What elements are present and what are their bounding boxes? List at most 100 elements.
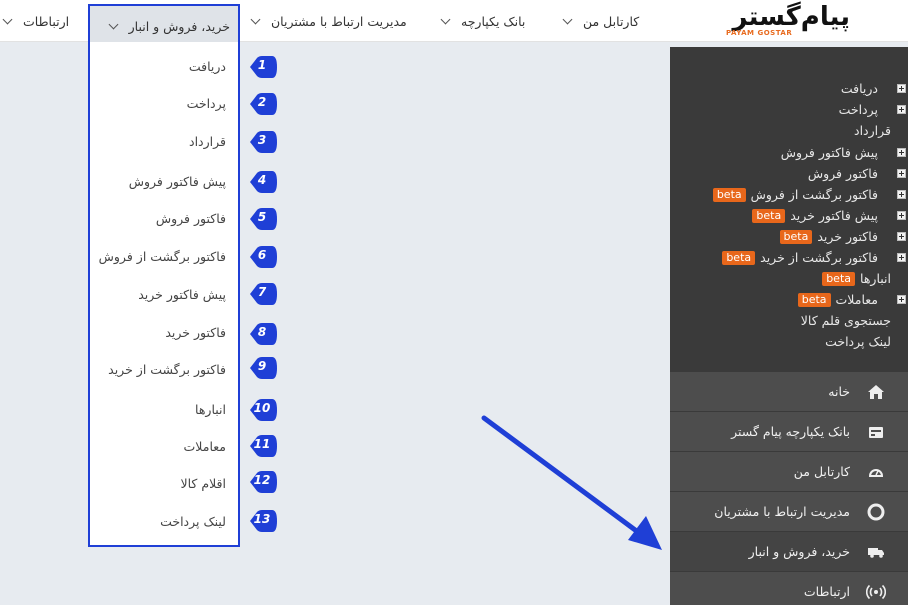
- gauge-icon: [868, 469, 884, 477]
- callout-marker: 8: [248, 322, 278, 346]
- callout-number: 1: [257, 58, 267, 72]
- plus-square-icon[interactable]: [897, 190, 906, 199]
- beta-badge: beta: [712, 187, 746, 202]
- dropdown-item-payment[interactable]: پرداخت: [187, 96, 226, 111]
- dropdown-item-sales-invoice[interactable]: فاکتور فروش: [156, 211, 226, 226]
- callout-number: 11: [253, 437, 271, 451]
- pointer-arrow: [481, 415, 662, 550]
- side-item-sales-return[interactable]: فاکتور برگشت از فروش beta: [712, 187, 878, 202]
- beta-badge: beta: [822, 271, 856, 286]
- side-item-warehouses[interactable]: انبارها beta: [822, 271, 891, 286]
- callout-number: 7: [257, 285, 267, 299]
- beta-badge: beta: [797, 292, 831, 307]
- logo-text: پیام‌گستر: [732, 2, 851, 32]
- side-item-product-search[interactable]: جستجوی قلم کالا: [801, 313, 891, 328]
- side-item-purchase-return[interactable]: فاکتور برگشت از خرید beta: [722, 250, 878, 265]
- callout-number: 2: [257, 95, 267, 109]
- side-item-deals[interactable]: معاملات beta: [797, 292, 878, 307]
- side-item-sales-proforma[interactable]: پیش فاکتور فروش: [781, 145, 878, 160]
- menu-item-my-cartable[interactable]: کارتابل من: [670, 452, 908, 492]
- chevron-down-icon: [440, 14, 451, 24]
- payam-gostar-logo[interactable]: پیام‌گستر PAYAM GOSTAR: [722, 2, 851, 40]
- broadcast-icon: [866, 584, 886, 600]
- callout-number: 10: [253, 401, 271, 415]
- callout-number: 9: [257, 359, 267, 373]
- callout-marker: 12: [248, 470, 278, 494]
- dropdown-item-payment-link[interactable]: لینک پرداخت: [160, 514, 226, 529]
- callout-marker: 1: [248, 55, 278, 79]
- callout-marker: 10: [248, 398, 278, 422]
- dropdown-item-warehouses[interactable]: انبارها: [195, 402, 226, 417]
- purchase-sales-dropdown-menu: دریافت پرداخت قرارداد پیش فاکتور فروش فا…: [88, 42, 240, 547]
- menu-item-purchase-sales-inventory[interactable]: خرید، فروش و انبار: [670, 532, 908, 572]
- chevron-down-icon: [108, 19, 119, 29]
- chevron-down-icon: [562, 14, 573, 24]
- nav-item-label: کارتابل من: [583, 13, 640, 29]
- plus-square-icon[interactable]: [897, 148, 906, 157]
- callout-number: 5: [257, 210, 267, 224]
- callout-marker: 7: [248, 282, 278, 306]
- menu-item-home[interactable]: خانه: [670, 372, 908, 412]
- main-side-menu: خانه بانک یکپارچه پیام گستر کارتابل من م…: [670, 372, 908, 605]
- dropdown-item-deals[interactable]: معاملات: [184, 439, 226, 454]
- chevron-down-icon: [250, 14, 261, 24]
- dropdown-item-purchase-proforma[interactable]: پیش فاکتور خرید: [138, 287, 226, 302]
- plus-square-icon[interactable]: [897, 211, 906, 220]
- beta-badge: beta: [779, 229, 813, 244]
- home-icon: [868, 385, 884, 399]
- callout-number: 4: [257, 173, 267, 187]
- menu-item-crm[interactable]: مدیریت ارتباط با مشتریان: [670, 492, 908, 532]
- dropdown-item-receipt[interactable]: دریافت: [189, 59, 226, 74]
- beta-badge: beta: [752, 208, 786, 223]
- plus-square-icon[interactable]: [897, 84, 906, 93]
- side-item-purchase-proforma[interactable]: پیش فاکتور خرید beta: [752, 208, 878, 223]
- top-navigation: پیام‌گستر PAYAM GOSTAR کارتابل من بانک ی…: [0, 0, 908, 46]
- callout-marker: 13: [248, 509, 278, 533]
- beta-badge: beta: [722, 250, 756, 265]
- side-item-payment-link[interactable]: لینک پرداخت: [825, 334, 891, 349]
- nav-item-label: خرید، فروش و انبار: [128, 18, 230, 34]
- side-item-receipt[interactable]: دریافت: [841, 81, 878, 96]
- nav-item-purchase-sales-inventory[interactable]: خرید، فروش و انبار: [88, 4, 240, 46]
- callout-number: 3: [257, 133, 267, 147]
- callout-marker: 11: [248, 434, 278, 458]
- side-item-payment[interactable]: پرداخت: [839, 102, 878, 117]
- dropdown-item-purchase-return[interactable]: فاکتور برگشت از خرید: [108, 362, 226, 377]
- dropdown-item-contract[interactable]: قرارداد: [189, 134, 226, 149]
- dropdown-item-sales-proforma[interactable]: پیش فاکتور فروش: [129, 174, 226, 189]
- callout-marker: 3: [248, 130, 278, 154]
- callout-number: 8: [257, 325, 267, 339]
- side-item-sales-invoice[interactable]: فاکتور فروش: [808, 166, 878, 181]
- dropdown-item-product-items[interactable]: اقلام کالا: [180, 476, 226, 491]
- callout-marker: 5: [248, 207, 278, 231]
- dropdown-item-sales-return[interactable]: فاکتور برگشت از فروش: [99, 249, 226, 264]
- plus-square-icon[interactable]: [897, 105, 906, 114]
- callout-number: 13: [253, 512, 271, 526]
- plus-square-icon[interactable]: [897, 253, 906, 262]
- dropdown-item-purchase-invoice[interactable]: فاکتور خرید: [165, 325, 226, 340]
- callout-marker: 2: [248, 92, 278, 116]
- menu-item-integrated-bank[interactable]: بانک یکپارچه پیام گستر: [670, 412, 908, 452]
- callout-marker: 6: [248, 245, 278, 269]
- truck-icon: [868, 548, 884, 558]
- nav-item-crm[interactable]: مدیریت ارتباط با مشتریان: [250, 0, 407, 42]
- plus-square-icon[interactable]: [897, 232, 906, 241]
- nav-item-integrated-bank[interactable]: بانک یکپارچه: [440, 0, 526, 42]
- side-item-contract[interactable]: قرارداد: [854, 123, 891, 138]
- lifebuoy-icon: [867, 503, 885, 521]
- callout-marker: 9: [248, 356, 278, 380]
- nav-item-label: مدیریت ارتباط با مشتریان: [271, 13, 407, 29]
- chevron-down-icon: [2, 14, 13, 24]
- callout-number: 6: [257, 248, 267, 262]
- plus-square-icon[interactable]: [897, 169, 906, 178]
- side-item-purchase-invoice[interactable]: فاکتور خرید beta: [779, 229, 878, 244]
- callout-marker: 4: [248, 170, 278, 194]
- plus-square-icon[interactable]: [897, 295, 906, 304]
- nav-item-communications[interactable]: ارتباطات: [2, 0, 69, 42]
- logo-subtext: PAYAM GOSTAR: [726, 29, 793, 37]
- callout-number: 12: [253, 473, 271, 487]
- nav-item-label: بانک یکپارچه: [461, 13, 526, 29]
- menu-item-communications[interactable]: ارتباطات: [670, 572, 908, 605]
- submenu-panel: دریافت پرداخت قرارداد پیش فاکتور فروش فا…: [670, 47, 908, 372]
- nav-item-my-cartable[interactable]: کارتابل من: [562, 0, 640, 42]
